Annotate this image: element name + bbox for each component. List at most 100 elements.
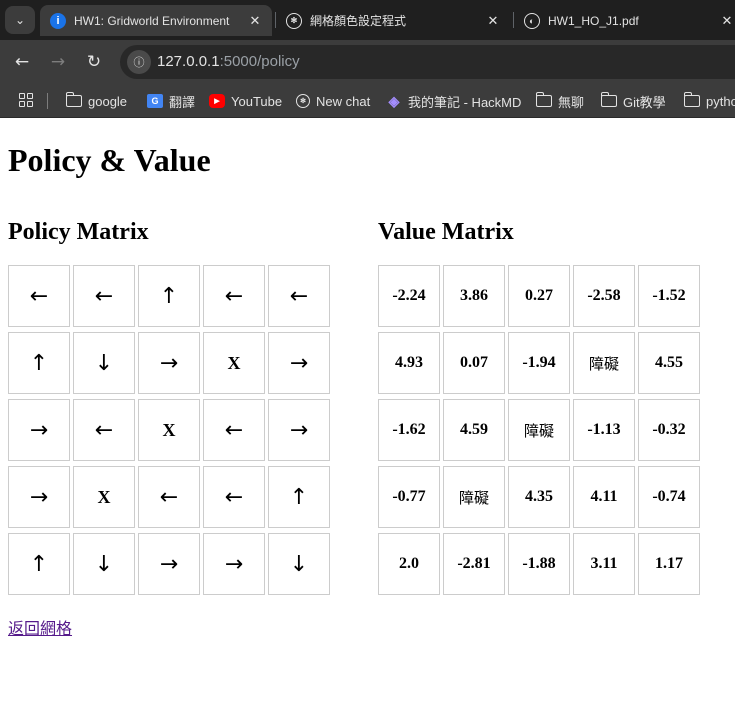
bookmark-label: YouTube	[231, 93, 283, 109]
policy-cell: ←	[73, 399, 135, 461]
folder-icon	[535, 92, 552, 107]
policy-cell: ↑	[138, 265, 200, 327]
close-icon[interactable]: ✕	[246, 13, 264, 29]
tab-color-settings[interactable]: ✻ 網格顏色設定程式 ✕	[276, 5, 510, 36]
value-cell: 1.17	[638, 533, 700, 595]
bookmark-git[interactable]: Git教學	[600, 92, 666, 110]
policy-cell: ←	[138, 466, 200, 528]
policy-cell: ←	[203, 466, 265, 528]
address-bar[interactable]: ⓘ 127.0.0.1:5000/policy	[120, 45, 735, 79]
policy-cell: ↓	[73, 332, 135, 394]
value-cell: -2.24	[378, 265, 440, 327]
value-cell: -0.74	[638, 466, 700, 528]
bookmark-youtube[interactable]: ▶ YouTube	[209, 92, 282, 110]
value-cell: -0.77	[378, 466, 440, 528]
bookmark-separator	[47, 93, 48, 109]
bookmark-label: 無聊	[558, 94, 585, 110]
tab-title: 網格顏色設定程式	[310, 14, 407, 28]
bookmark-hackmd[interactable]: ◈ 我的筆記 - HackMD	[386, 92, 522, 110]
value-cell: -2.58	[573, 265, 635, 327]
policy-cell: ↓	[73, 533, 135, 595]
page-content: Policy & Value Policy Matrix Value Matri…	[0, 118, 735, 702]
chevron-down-icon: ⌄	[14, 13, 26, 27]
back-to-grid-link[interactable]: 返回網格	[8, 615, 72, 639]
google-translate-icon: G	[147, 94, 163, 108]
youtube-icon: ▶	[209, 94, 225, 108]
globe-icon: ◐	[524, 12, 540, 29]
policy-cell: →	[268, 399, 330, 461]
value-obstacle-cell: 障礙	[508, 399, 570, 461]
policy-cell: ←	[203, 399, 265, 461]
tab-title: HW1: Gridworld Environment	[74, 13, 230, 28]
bookmark-google[interactable]: google	[65, 92, 127, 110]
back-button[interactable]: ←	[10, 50, 34, 74]
policy-cell: →	[138, 533, 200, 595]
value-cell: 2.0	[378, 533, 440, 595]
value-cell: 0.27	[508, 265, 570, 327]
hackmd-icon: ◈	[388, 92, 400, 109]
value-cell: 4.55	[638, 332, 700, 394]
policy-cell: ←	[203, 265, 265, 327]
bookmark-boring[interactable]: 無聊	[535, 92, 585, 110]
browser-toolbar: ← → ↻ ⓘ 127.0.0.1:5000/policy	[0, 40, 735, 84]
policy-cell: →	[138, 332, 200, 394]
policy-obstacle-cell: X	[138, 399, 200, 461]
policy-cell: →	[268, 332, 330, 394]
openai-icon: ✻	[286, 12, 302, 29]
bookmark-label: 翻譯	[169, 94, 196, 110]
bookmark-translate[interactable]: G 翻譯	[147, 92, 195, 110]
value-matrix-heading: Value Matrix	[378, 219, 514, 245]
value-cell: -1.62	[378, 399, 440, 461]
folder-icon	[65, 92, 82, 107]
url-text[interactable]: 127.0.0.1:5000/policy	[157, 53, 300, 70]
value-cell: -1.94	[508, 332, 570, 394]
value-cell: 3.86	[443, 265, 505, 327]
bookmark-label: Git教學	[623, 94, 666, 110]
value-cell: 3.11	[573, 533, 635, 595]
policy-cell: →	[8, 466, 70, 528]
policy-cell: ←	[73, 265, 135, 327]
bookmark-new-chat[interactable]: ✻ New chat	[296, 92, 370, 110]
policy-cell: ↓	[268, 533, 330, 595]
value-cell: -1.52	[638, 265, 700, 327]
value-cell: -2.81	[443, 533, 505, 595]
tab-strip: ⌄ i HW1: Gridworld Environment ✕ ✻ 網格顏色設…	[0, 0, 735, 40]
folder-icon	[683, 92, 700, 107]
policy-cell: ↑	[8, 332, 70, 394]
bookmark-python[interactable]: pytho	[683, 92, 735, 110]
policy-cell: ←	[8, 265, 70, 327]
value-obstacle-cell: 障礙	[573, 332, 635, 394]
policy-cell: ↑	[268, 466, 330, 528]
info-icon: i	[50, 12, 66, 29]
value-cell: -0.32	[638, 399, 700, 461]
reload-button[interactable]: ↻	[82, 50, 106, 74]
forward-button[interactable]: →	[46, 50, 70, 74]
bookmark-label: pytho	[706, 93, 735, 109]
policy-cell: ←	[268, 265, 330, 327]
apps-grid-icon[interactable]	[19, 93, 33, 107]
bookmark-label: New chat	[316, 93, 371, 109]
arrow-right-icon: →	[50, 52, 66, 72]
value-cell: 0.07	[443, 332, 505, 394]
policy-matrix: ← ← ↑ ← ← ↑ ↓ → X → → ← X ← → → X ← ← ↑ ↑ ↓ → → ↓	[8, 265, 330, 595]
arrow-left-icon: ←	[14, 52, 30, 72]
policy-obstacle-cell: X	[203, 332, 265, 394]
value-cell: 4.35	[508, 466, 570, 528]
value-cell: 4.59	[443, 399, 505, 461]
site-info-icon[interactable]: ⓘ	[127, 50, 151, 74]
tab-gridworld[interactable]: i HW1: Gridworld Environment ✕	[40, 5, 272, 36]
url-path: :5000/policy	[219, 53, 300, 70]
close-icon[interactable]: ✕	[718, 13, 735, 29]
policy-obstacle-cell: X	[73, 466, 135, 528]
page-title: Policy & Value	[8, 142, 211, 178]
policy-matrix-heading: Policy Matrix	[8, 219, 149, 245]
policy-cell: →	[203, 533, 265, 595]
tab-pdf[interactable]: ◐ HW1_HO_J1.pdf ✕	[514, 5, 735, 36]
value-obstacle-cell: 障礙	[443, 466, 505, 528]
policy-cell: ↑	[8, 533, 70, 595]
tab-search-button[interactable]: ⌄	[5, 6, 35, 34]
folder-icon	[600, 92, 617, 107]
policy-cell: →	[8, 399, 70, 461]
value-cell: 4.93	[378, 332, 440, 394]
close-icon[interactable]: ✕	[484, 13, 502, 29]
